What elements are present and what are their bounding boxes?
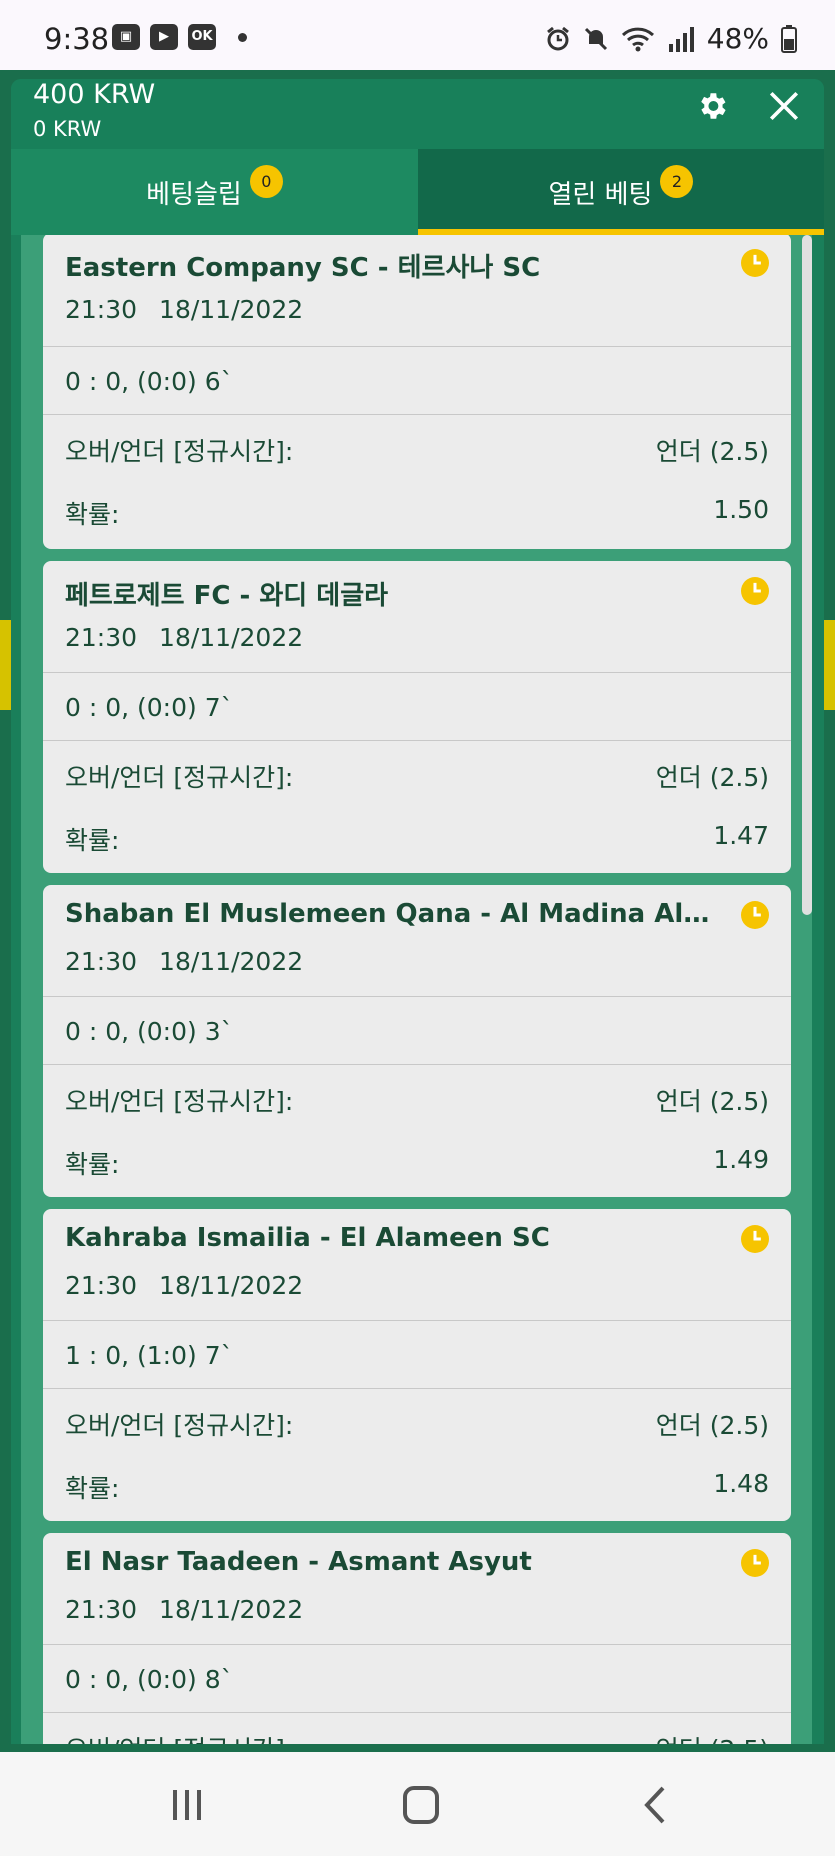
match-time: 21:30	[65, 1271, 138, 1300]
divider	[43, 1064, 791, 1065]
alarm-icon	[546, 26, 569, 50]
tab-badge: 0	[249, 164, 283, 198]
tab-label: 열린 베팅	[548, 179, 653, 210]
match-time: 21:30	[65, 947, 138, 976]
clock-icon	[741, 1549, 769, 1577]
match-time: 21:30	[65, 1595, 138, 1624]
signal-icon	[668, 26, 694, 52]
match-datetime: 21:30 18/11/2022	[65, 1595, 325, 1624]
status-bar: 9:38 ▣ ▶ OK 48%	[0, 0, 835, 70]
recent-apps-icon[interactable]	[157, 1782, 217, 1828]
bet-card[interactable]: Eastern Company SC - 테르사나 SC 21:30 18/11/…	[43, 235, 791, 549]
match-date: 18/11/2022	[159, 295, 304, 324]
open-bets-list[interactable]: Eastern Company SC - 테르사나 SC 21:30 18/11/…	[21, 235, 812, 1744]
balance-amount: 400 KRW	[33, 79, 156, 110]
divider	[43, 1388, 791, 1389]
match-date: 18/11/2022	[159, 1595, 304, 1624]
system-nav-bar	[0, 1752, 835, 1856]
selection-value: 언더 (2.5)	[656, 1730, 769, 1744]
youtube-icon: ▶	[150, 24, 178, 50]
match-datetime: 21:30 18/11/2022	[65, 295, 325, 324]
match-time: 21:30	[65, 623, 138, 652]
notification-dot-icon	[238, 32, 247, 42]
gallery-icon: ▣	[112, 24, 140, 50]
bet-card[interactable]: El Nasr Taadeen - Asmant Asyut 21:30 18/1…	[43, 1533, 791, 1744]
match-date: 18/11/2022	[159, 947, 304, 976]
divider	[43, 346, 791, 347]
clock-icon	[741, 901, 769, 929]
clock-icon	[741, 1225, 769, 1253]
odds-value: 1.50	[713, 495, 769, 524]
clock-icon	[741, 577, 769, 605]
match-title: 페트로제트 FC - 와디 데글라	[65, 581, 389, 611]
tab-betslip[interactable]: 베팅슬립 0	[11, 149, 418, 235]
market-label: 오버/언더 [정규시간]:	[65, 437, 294, 466]
market-label: 오버/언더 [정규시간]:	[65, 1087, 294, 1116]
divider	[43, 740, 791, 741]
match-title: Eastern Company SC - 테르사나 SC	[65, 253, 541, 283]
market-label: 오버/언더 [정규시간]:	[65, 1411, 294, 1440]
odds-label: 확률:	[65, 500, 120, 529]
match-time: 21:30	[65, 295, 138, 324]
live-score: 0 : 0, (0:0) 8`	[65, 1665, 234, 1694]
bets-panel: 400 KRW 0 KRW 베팅슬립 0 열린 베팅 2 Eastern Com…	[11, 79, 824, 1744]
divider	[43, 414, 791, 415]
selection-value: 언더 (2.5)	[655, 763, 769, 792]
status-time: 9:38	[44, 22, 110, 56]
divider	[43, 1712, 791, 1713]
tab-badge: 2	[660, 164, 694, 198]
match-datetime: 21:30 18/11/2022	[65, 1271, 325, 1300]
home-icon[interactable]	[391, 1782, 451, 1828]
match-datetime: 21:30 18/11/2022	[65, 947, 325, 976]
live-score: 1 : 0, (1:0) 7`	[65, 1341, 234, 1370]
odds-value: 1.47	[713, 821, 769, 850]
gear-icon[interactable]	[695, 89, 729, 123]
match-date: 18/11/2022	[159, 623, 304, 652]
odds-value: 1.49	[713, 1145, 769, 1174]
live-score: 0 : 0, (0:0) 7`	[65, 693, 234, 722]
back-icon[interactable]	[625, 1782, 685, 1828]
battery-percent: 48%	[706, 22, 769, 55]
match-title: El Nasr Taadeen - Asmant Asyut	[65, 1547, 532, 1577]
match-title: Kahraba Ismailia - El Alameen SC	[65, 1223, 550, 1253]
odds-label: 확률:	[65, 1150, 120, 1179]
panel-tabs: 베팅슬립 0 열린 베팅 2	[11, 149, 824, 235]
panel-header: 400 KRW 0 KRW	[11, 79, 824, 149]
tab-open-bets[interactable]: 열린 베팅 2	[418, 149, 824, 235]
selection-value: 언더 (2.5)	[655, 1087, 769, 1116]
wifi-icon	[621, 27, 654, 51]
odds-label: 확률:	[65, 826, 120, 855]
divider	[43, 996, 791, 997]
market-label: 오버/언더 [정규시간]:	[65, 1730, 293, 1744]
status-right: 48%	[545, 22, 797, 55]
tab-label: 베팅슬립	[146, 179, 242, 210]
market-label: 오버/언더 [정규시간]:	[65, 763, 294, 792]
scrollbar[interactable]	[802, 235, 812, 915]
mute-icon	[584, 27, 607, 50]
clock-icon	[741, 249, 769, 277]
selection-value: 언더 (2.5)	[655, 437, 769, 466]
ok-icon: OK	[188, 24, 216, 50]
divider	[43, 1320, 791, 1321]
match-datetime: 21:30 18/11/2022	[65, 623, 325, 652]
close-icon[interactable]	[767, 89, 801, 123]
match-title: Shaban El Muslemeen Qana - Al Madina Al …	[65, 899, 715, 929]
bet-card[interactable]: Shaban El Muslemeen Qana - Al Madina Al …	[43, 885, 791, 1197]
live-score: 0 : 0, (0:0) 6`	[65, 367, 234, 396]
odds-value: 1.48	[713, 1469, 769, 1498]
status-left-icons: ▣ ▶ OK	[112, 24, 247, 50]
live-score: 0 : 0, (0:0) 3`	[65, 1017, 234, 1046]
divider	[43, 672, 791, 673]
match-date: 18/11/2022	[159, 1271, 304, 1300]
selection-value: 언더 (2.5)	[655, 1411, 769, 1440]
bonus-balance: 0 KRW	[33, 117, 102, 141]
odds-label: 확률:	[65, 1474, 120, 1503]
bet-card[interactable]: Kahraba Ismailia - El Alameen SC 21:30 18…	[43, 1209, 791, 1521]
divider	[43, 1644, 791, 1645]
bet-card[interactable]: 페트로제트 FC - 와디 데글라 21:30 18/11/2022 0 : 0,…	[43, 561, 791, 873]
battery-icon	[781, 24, 797, 53]
